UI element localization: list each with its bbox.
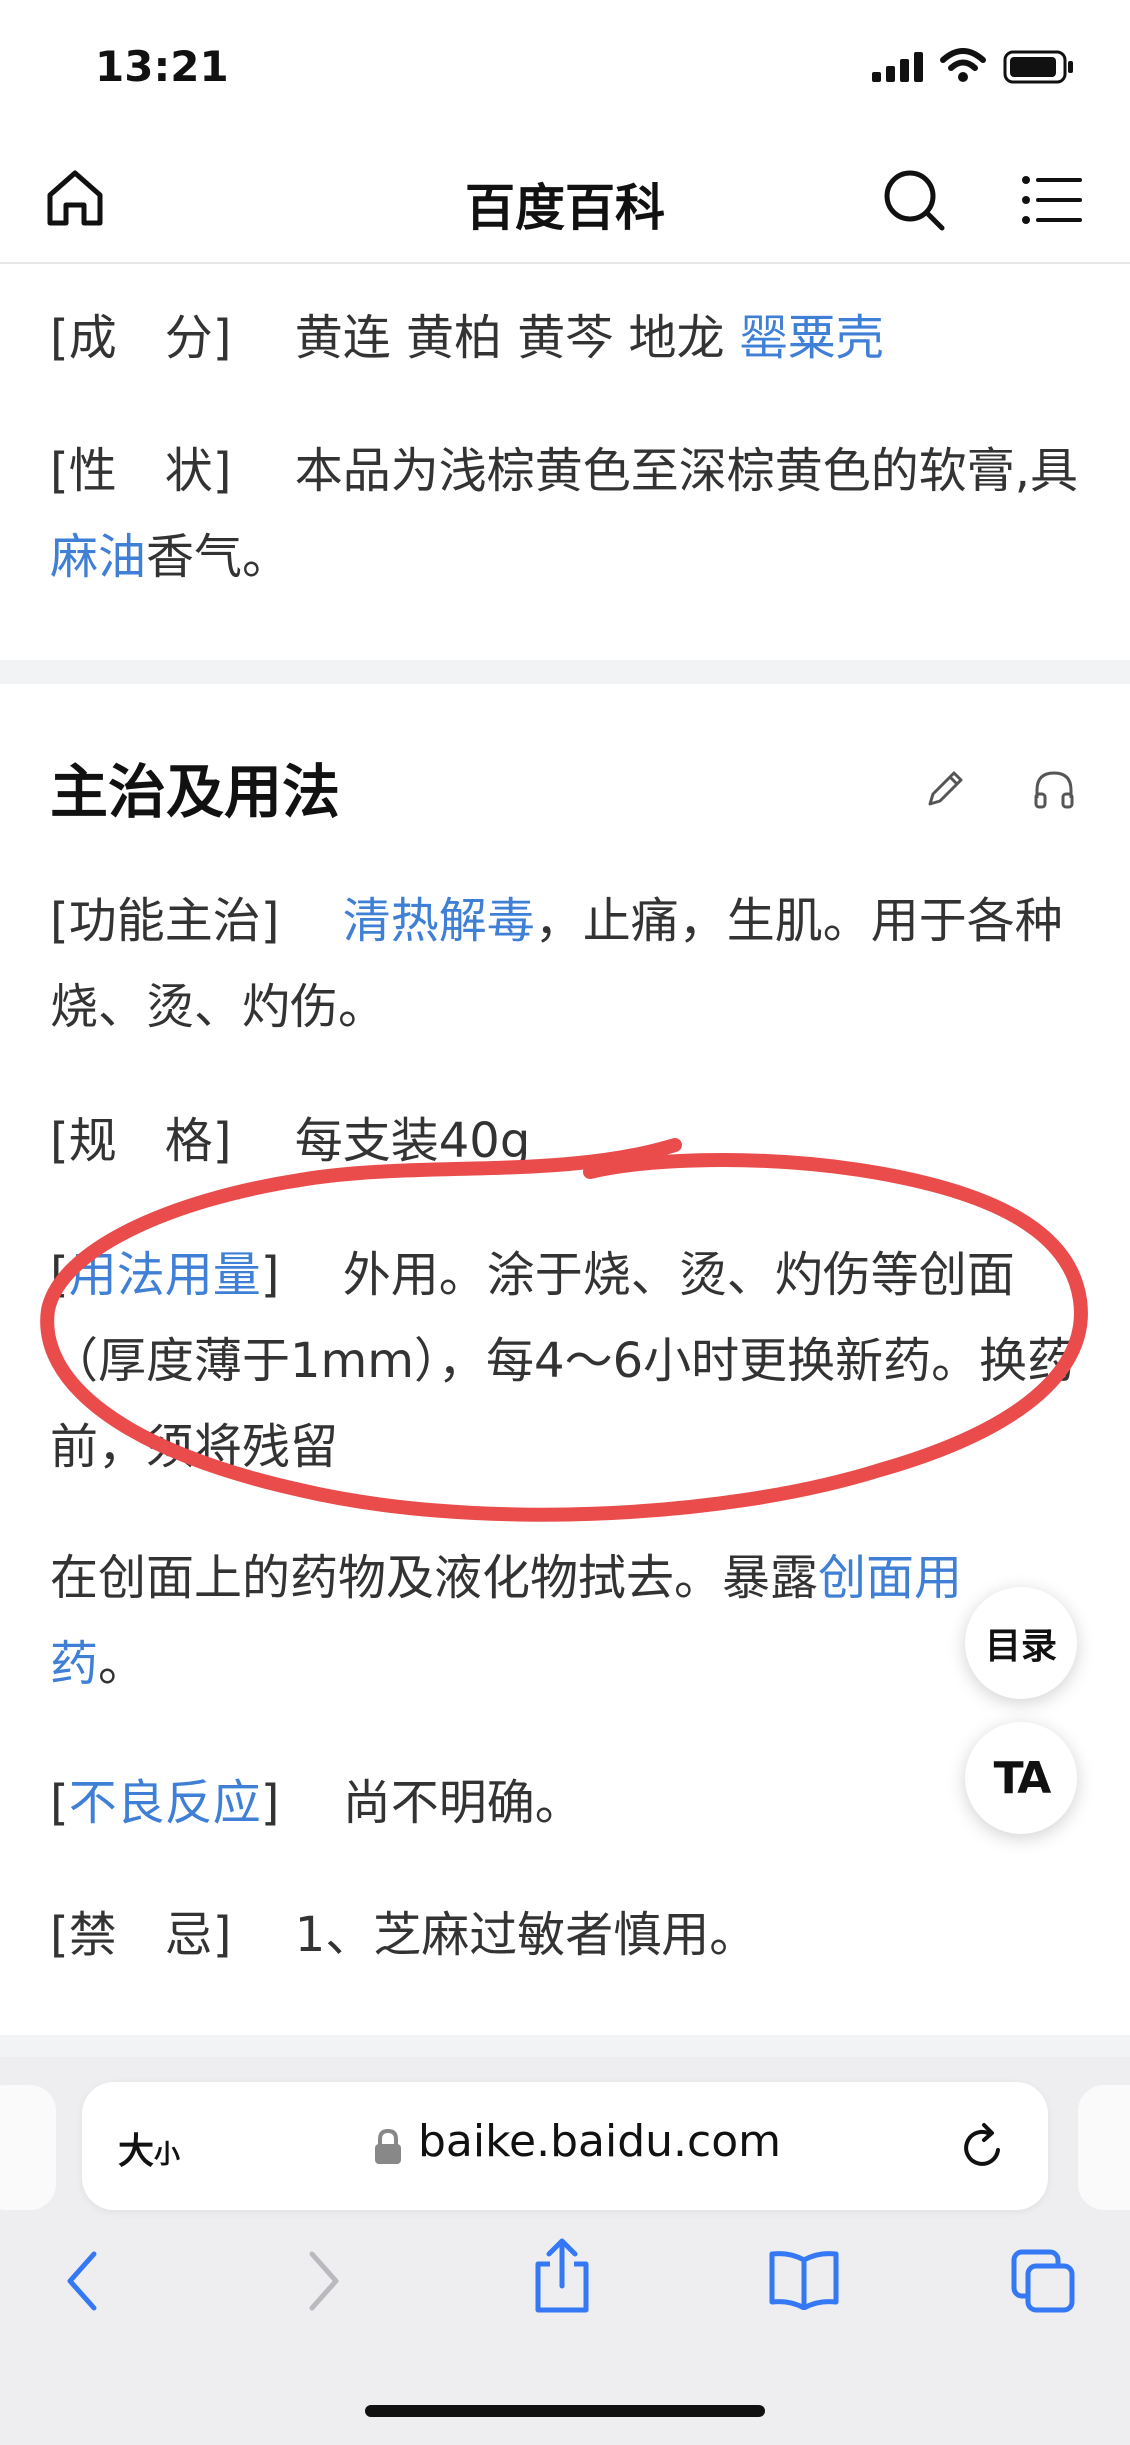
- battery-icon: [1003, 50, 1073, 84]
- back-icon[interactable]: [60, 2248, 106, 2314]
- signal-icon: [872, 52, 923, 82]
- next-tab-peek[interactable]: [1078, 2085, 1130, 2210]
- headphones-icon[interactable]: [1032, 768, 1076, 812]
- properties-row: [性 状] 本品为浅棕黄色至深棕黄色的软膏,具麻油香气。: [50, 428, 1090, 600]
- usage-bracket-close: ]: [260, 1247, 280, 1303]
- sesame-oil-link[interactable]: 麻油: [50, 529, 146, 585]
- search-icon[interactable]: [882, 168, 946, 232]
- size-label-big: 大: [118, 2131, 155, 2172]
- edit-icon[interactable]: [924, 766, 968, 810]
- tabs-icon[interactable]: [1010, 2248, 1078, 2316]
- ingredients-row: [成 分] 黄连 黄柏 黄芩 地龙 罂粟壳: [50, 295, 1090, 381]
- contra-text: 1、芝麻过敏者慎用。: [294, 1907, 758, 1963]
- contraindication-row: [禁 忌] 1、芝麻过敏者慎用。: [50, 1892, 1090, 1978]
- ingredients-label: [成 分]: [50, 310, 232, 366]
- ingredient-link[interactable]: 罂粟壳: [740, 310, 884, 366]
- forward-icon[interactable]: [300, 2248, 346, 2314]
- lock-icon: [375, 2128, 401, 2164]
- adverse-text: 尚不明确。: [342, 1775, 583, 1831]
- usage-text-cont: 在创面上的药物及液化物拭去。暴露: [50, 1550, 819, 1606]
- adverse-bracket-open: [: [50, 1775, 69, 1831]
- previous-tab-peek[interactable]: [0, 2085, 56, 2210]
- wifi-icon: [940, 48, 986, 82]
- page-title: 百度百科: [465, 179, 665, 237]
- status-time: 13:21: [95, 42, 229, 91]
- menu-icon[interactable]: [1020, 172, 1084, 228]
- section-divider-bottom: [0, 2035, 1130, 2057]
- usage-row: [用法用量] 外用。涂于烧、烫、灼伤等创面（厚度薄于1mm），每4～6小时更换新…: [50, 1232, 1100, 1490]
- home-indicator: [365, 2405, 765, 2417]
- bookmarks-icon[interactable]: [768, 2248, 840, 2310]
- share-icon[interactable]: [530, 2236, 594, 2316]
- usage-text-end: 。: [98, 1636, 147, 1692]
- url-text[interactable]: baike.baidu.com: [418, 2116, 781, 2167]
- reload-icon[interactable]: [958, 2120, 1008, 2174]
- spec-text: 每支装40g: [294, 1113, 531, 1169]
- section-title: 主治及用法: [50, 758, 341, 826]
- font-size-button[interactable]: TA: [965, 1722, 1077, 1834]
- adverse-reaction-link[interactable]: 不良反应: [69, 1775, 261, 1831]
- adverse-bracket-close: ]: [260, 1775, 280, 1831]
- usage-continued-row: 在创面上的药物及液化物拭去。暴露创面用药。: [50, 1535, 1040, 1707]
- size-label-small: 小: [154, 2140, 181, 2170]
- contra-label: [禁 忌]: [50, 1907, 232, 1963]
- properties-text: 本品为浅棕黄色至深棕黄色的软膏,具: [294, 443, 1078, 499]
- properties-label: [性 状]: [50, 443, 232, 499]
- clear-heat-link[interactable]: 清热解毒: [343, 893, 535, 949]
- page-size-button[interactable]: 大小: [118, 2122, 180, 2174]
- usage-bracket-open: [: [50, 1247, 69, 1303]
- indications-label: [功能主治]: [50, 893, 280, 949]
- indications-row: [功能主治] 清热解毒，止痛，生肌。用于各种烧、烫、灼伤。: [50, 878, 1090, 1050]
- adverse-row: [不良反应] 尚不明确。: [50, 1760, 1090, 1846]
- spec-row: [规 格] 每支装40g: [50, 1098, 1090, 1184]
- properties-text-end: 香气。: [146, 529, 291, 585]
- ingredients-text: 黄连 黄柏 黄芩 地龙: [294, 310, 740, 366]
- usage-link[interactable]: 用法用量: [69, 1247, 261, 1303]
- section-divider: [0, 660, 1130, 684]
- spec-label: [规 格]: [50, 1113, 232, 1169]
- table-of-contents-button[interactable]: 目录: [965, 1587, 1077, 1699]
